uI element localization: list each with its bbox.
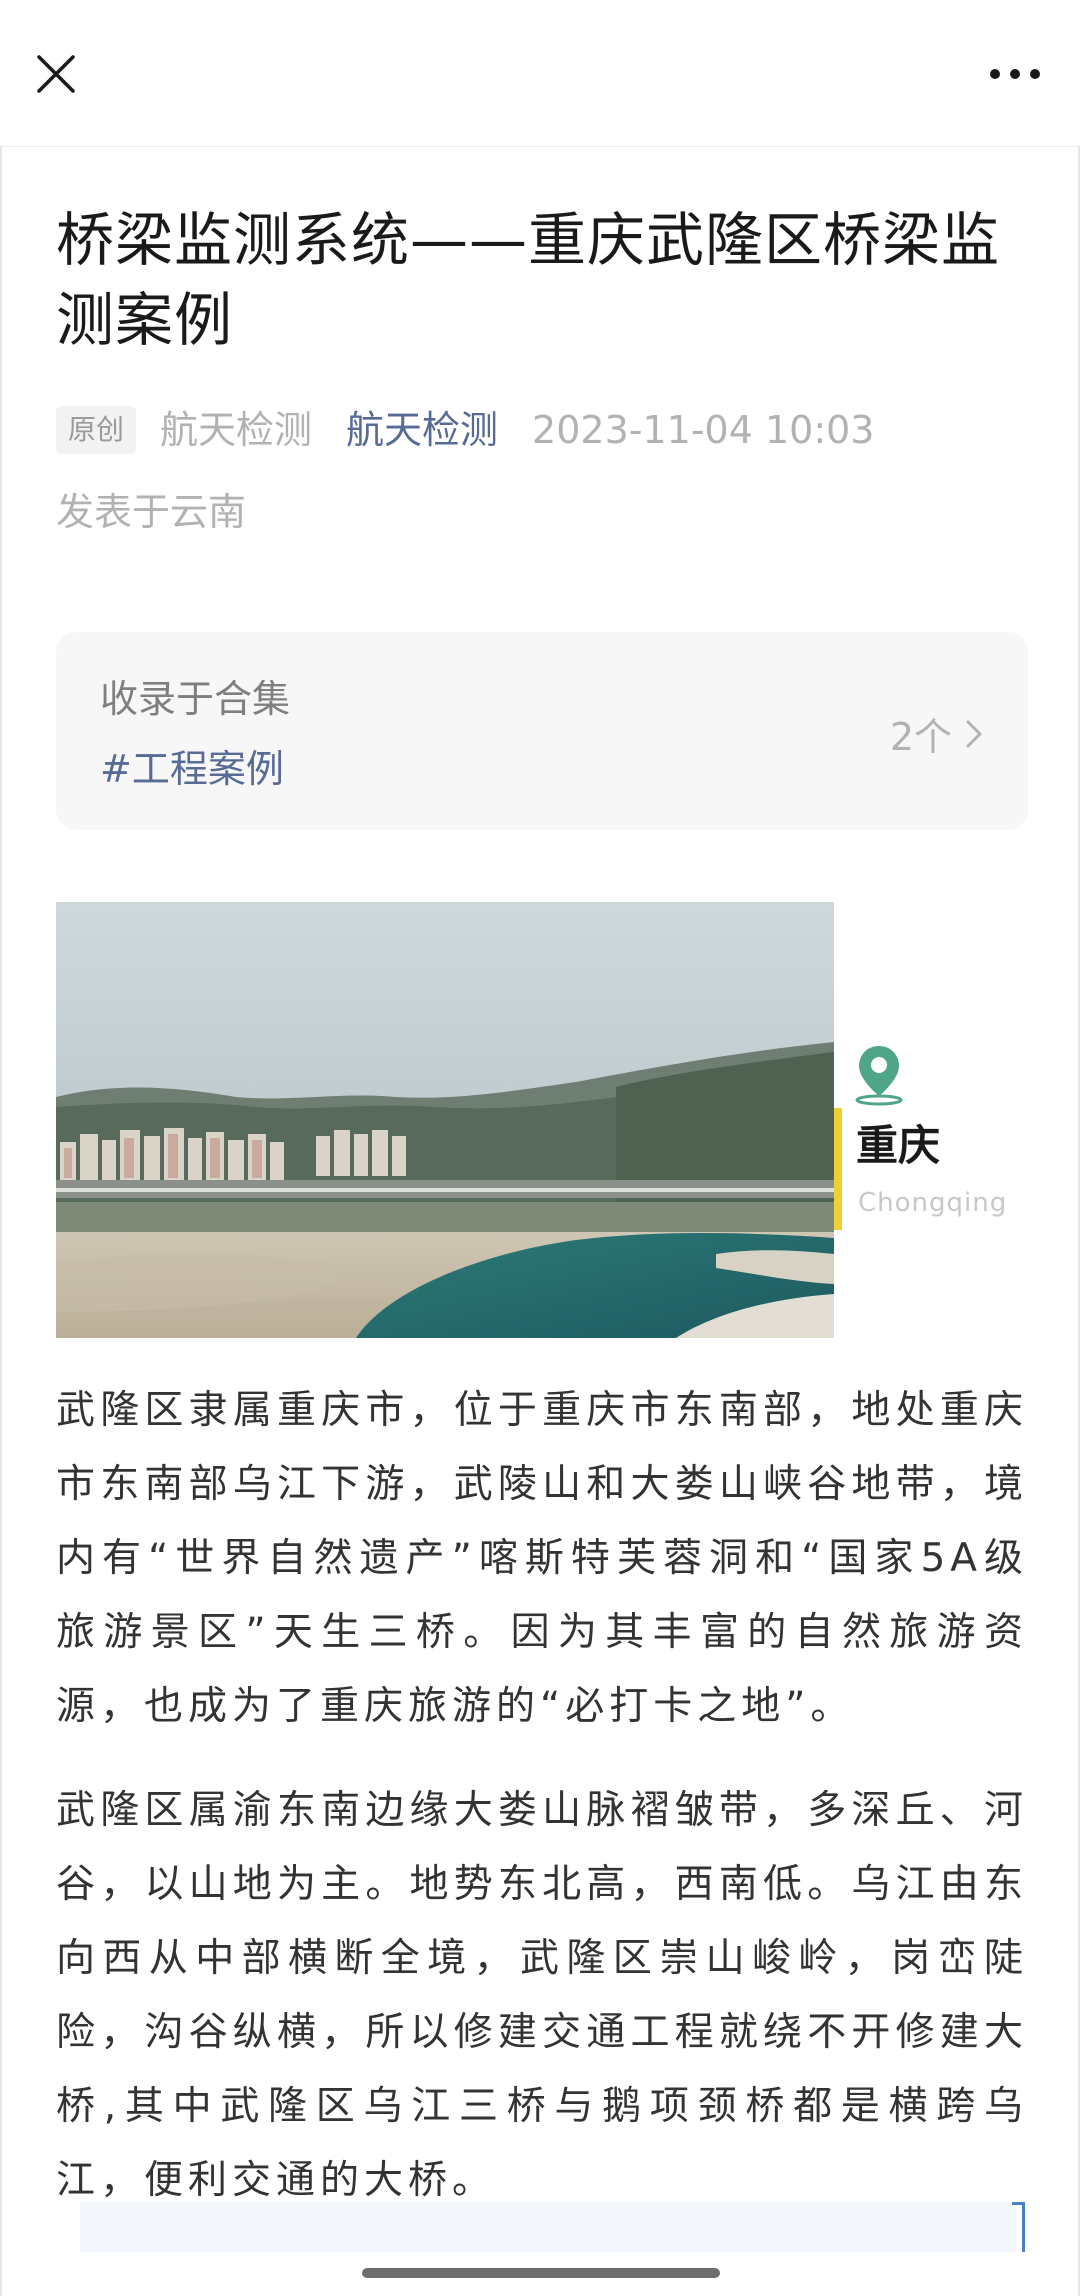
chevron-right-icon [966,720,982,747]
article-meta: 原创 航天检测 航天检测 2023-11-04 10:03 发表于云南 [56,402,1028,540]
hero-location-banner: 重庆 Chongqing [56,902,1028,1338]
close-icon [37,55,75,93]
article-title: 桥梁监测系统——重庆武隆区桥梁监测案例 [56,206,1001,354]
collection-count-text: 2个 [889,715,952,759]
location-name-cn: 重庆 [856,1121,941,1170]
more-dots-icon [990,69,1040,79]
collection-card[interactable]: 收录于合集 #工程案例 2个 [56,632,1028,830]
more-options-button[interactable] [980,44,1050,104]
next-block-accent-corner [1012,2202,1025,2205]
home-indicator-bar[interactable] [362,2268,720,2278]
collection-label: 收录于合集 [100,677,291,721]
river-city-photo [56,902,834,1338]
article-content: 桥梁监测系统——重庆武隆区桥梁监测案例 原创 航天检测 航天检测 2023-11… [56,146,1028,2218]
next-block-accent-edge [1022,2202,1025,2252]
account-link[interactable]: 航天检测 [346,402,498,458]
collection-count[interactable]: 2个 [890,706,982,761]
close-button[interactable] [26,44,86,104]
original-badge: 原创 [56,406,137,454]
next-content-block [80,2202,1016,2252]
landscape-image [56,902,834,1338]
publish-location: 发表于云南 [56,490,247,534]
collection-tag-link[interactable]: #工程案例 [100,738,284,793]
author-name: 航天检测 [160,408,313,452]
publish-date: 2023-11-04 10:03 [532,408,875,452]
top-navigation-bar [0,0,1080,147]
location-accent-bar [834,1108,842,1230]
page-left-border [0,0,2,2296]
meta-row: 原创 航天检测 航天检测 2023-11-04 10:03 [56,402,1028,458]
location-name-en: Chongqing [858,1188,1008,1218]
location-pin-icon [852,1042,906,1110]
article-paragraph-2: 武隆区属渝东南边缘大娄山脉褶皱带，多深丘、河谷，以山地为主。地势东北高，西南低。… [56,1788,1028,2203]
article-paragraph-1: 武隆区隶属重庆市，位于重庆市东南部，地处重庆市东南部乌江下游，武陵山和大娄山峡谷… [56,1388,1028,1729]
